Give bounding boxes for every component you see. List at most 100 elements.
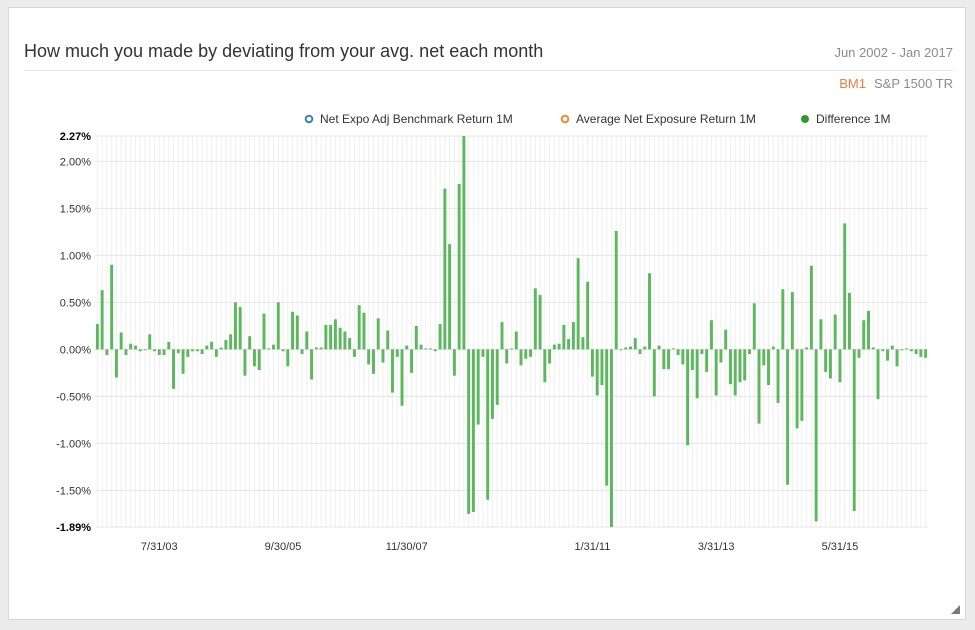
difference-bar[interactable] <box>329 324 333 350</box>
difference-bar[interactable] <box>153 349 156 352</box>
difference-bar[interactable] <box>124 349 128 355</box>
difference-bar[interactable] <box>567 339 571 350</box>
difference-bar[interactable] <box>490 349 494 419</box>
difference-bar[interactable] <box>519 349 523 366</box>
difference-bar[interactable] <box>500 322 504 350</box>
difference-bar[interactable] <box>905 348 909 350</box>
difference-bar[interactable] <box>257 349 261 371</box>
difference-bar[interactable] <box>419 344 423 350</box>
difference-bar[interactable] <box>776 349 780 403</box>
difference-bar[interactable] <box>795 349 799 429</box>
difference-bar[interactable] <box>319 347 323 350</box>
difference-bar[interactable] <box>219 347 223 350</box>
difference-bar[interactable] <box>705 349 709 372</box>
difference-bar[interactable] <box>805 347 809 350</box>
difference-bar[interactable] <box>728 349 732 385</box>
difference-bar[interactable] <box>514 331 518 350</box>
difference-bar[interactable] <box>333 319 337 350</box>
difference-bar[interactable] <box>300 349 304 355</box>
difference-bar[interactable] <box>281 349 285 352</box>
difference-bar[interactable] <box>505 349 509 364</box>
difference-bar[interactable] <box>914 349 918 355</box>
difference-bar[interactable] <box>276 302 280 350</box>
difference-bar[interactable] <box>295 315 299 350</box>
difference-bar[interactable] <box>462 136 466 350</box>
difference-bar[interactable] <box>267 348 271 350</box>
difference-bar[interactable] <box>614 230 618 350</box>
difference-bar[interactable] <box>767 349 771 386</box>
difference-bar[interactable] <box>886 349 890 361</box>
difference-bar[interactable] <box>652 349 656 397</box>
difference-bar[interactable] <box>148 334 152 350</box>
difference-bar[interactable] <box>543 349 547 383</box>
difference-bar[interactable] <box>762 349 766 366</box>
difference-bar[interactable] <box>414 325 418 350</box>
difference-bar[interactable] <box>838 349 842 383</box>
difference-bar[interactable] <box>138 349 142 352</box>
difference-bar[interactable] <box>533 288 537 350</box>
difference-bar[interactable] <box>205 345 209 350</box>
difference-bar[interactable] <box>667 349 671 370</box>
difference-bar[interactable] <box>457 183 461 350</box>
difference-bar[interactable] <box>324 324 328 350</box>
difference-bar[interactable] <box>828 349 832 379</box>
difference-bar[interactable] <box>252 349 256 367</box>
difference-bar[interactable] <box>619 349 623 351</box>
difference-bar[interactable] <box>671 348 675 350</box>
difference-bar[interactable] <box>609 349 613 527</box>
difference-bar[interactable] <box>633 338 637 350</box>
difference-bar[interactable] <box>471 349 475 512</box>
difference-bar[interactable] <box>243 349 247 376</box>
difference-bar[interactable] <box>391 349 394 393</box>
difference-bar[interactable] <box>395 349 399 357</box>
difference-bar[interactable] <box>714 349 718 396</box>
difference-bar[interactable] <box>690 349 694 371</box>
difference-bar[interactable] <box>367 349 371 365</box>
difference-bar[interactable] <box>100 290 104 350</box>
difference-bar[interactable] <box>743 349 747 381</box>
difference-bar[interactable] <box>233 302 237 350</box>
difference-bar[interactable] <box>576 258 580 350</box>
difference-bar[interactable] <box>181 349 185 374</box>
difference-bar[interactable] <box>376 318 380 350</box>
difference-bar[interactable] <box>700 349 704 355</box>
difference-bar[interactable] <box>167 341 171 350</box>
difference-bar[interactable] <box>362 312 366 350</box>
difference-bar[interactable] <box>843 223 847 350</box>
difference-bar[interactable] <box>862 320 866 350</box>
difference-bar[interactable] <box>452 349 456 376</box>
difference-bar[interactable] <box>262 313 266 350</box>
difference-bar[interactable] <box>657 345 661 350</box>
difference-bar[interactable] <box>186 349 190 357</box>
difference-bar[interactable] <box>133 345 137 350</box>
difference-bar[interactable] <box>790 292 794 350</box>
difference-bar[interactable] <box>600 349 604 386</box>
difference-bar[interactable] <box>648 273 652 350</box>
difference-bar[interactable] <box>695 349 699 399</box>
difference-bar[interactable] <box>876 349 880 400</box>
difference-bar[interactable] <box>571 322 575 350</box>
difference-bar[interactable] <box>95 323 99 350</box>
difference-bar[interactable] <box>248 336 252 350</box>
difference-bar[interactable] <box>786 349 790 485</box>
difference-bar[interactable] <box>548 349 552 364</box>
difference-bar[interactable] <box>357 305 361 350</box>
difference-bar[interactable] <box>643 346 647 350</box>
difference-bar[interactable] <box>486 349 490 500</box>
difference-bar[interactable] <box>495 349 499 405</box>
difference-bar[interactable] <box>310 349 314 380</box>
difference-bar[interactable] <box>438 323 442 350</box>
difference-bar[interactable] <box>448 244 452 350</box>
difference-bar[interactable] <box>386 330 390 350</box>
difference-bar[interactable] <box>581 337 585 350</box>
difference-bar[interactable] <box>624 347 628 350</box>
difference-bar[interactable] <box>162 349 166 355</box>
difference-bar[interactable] <box>605 349 609 486</box>
difference-bar[interactable] <box>214 349 218 357</box>
difference-bar[interactable] <box>771 346 775 350</box>
difference-bar[interactable] <box>481 349 485 357</box>
difference-bar[interactable] <box>686 349 690 446</box>
difference-bar[interactable] <box>552 344 556 350</box>
difference-bar[interactable] <box>900 349 904 351</box>
difference-bar[interactable] <box>343 331 347 350</box>
